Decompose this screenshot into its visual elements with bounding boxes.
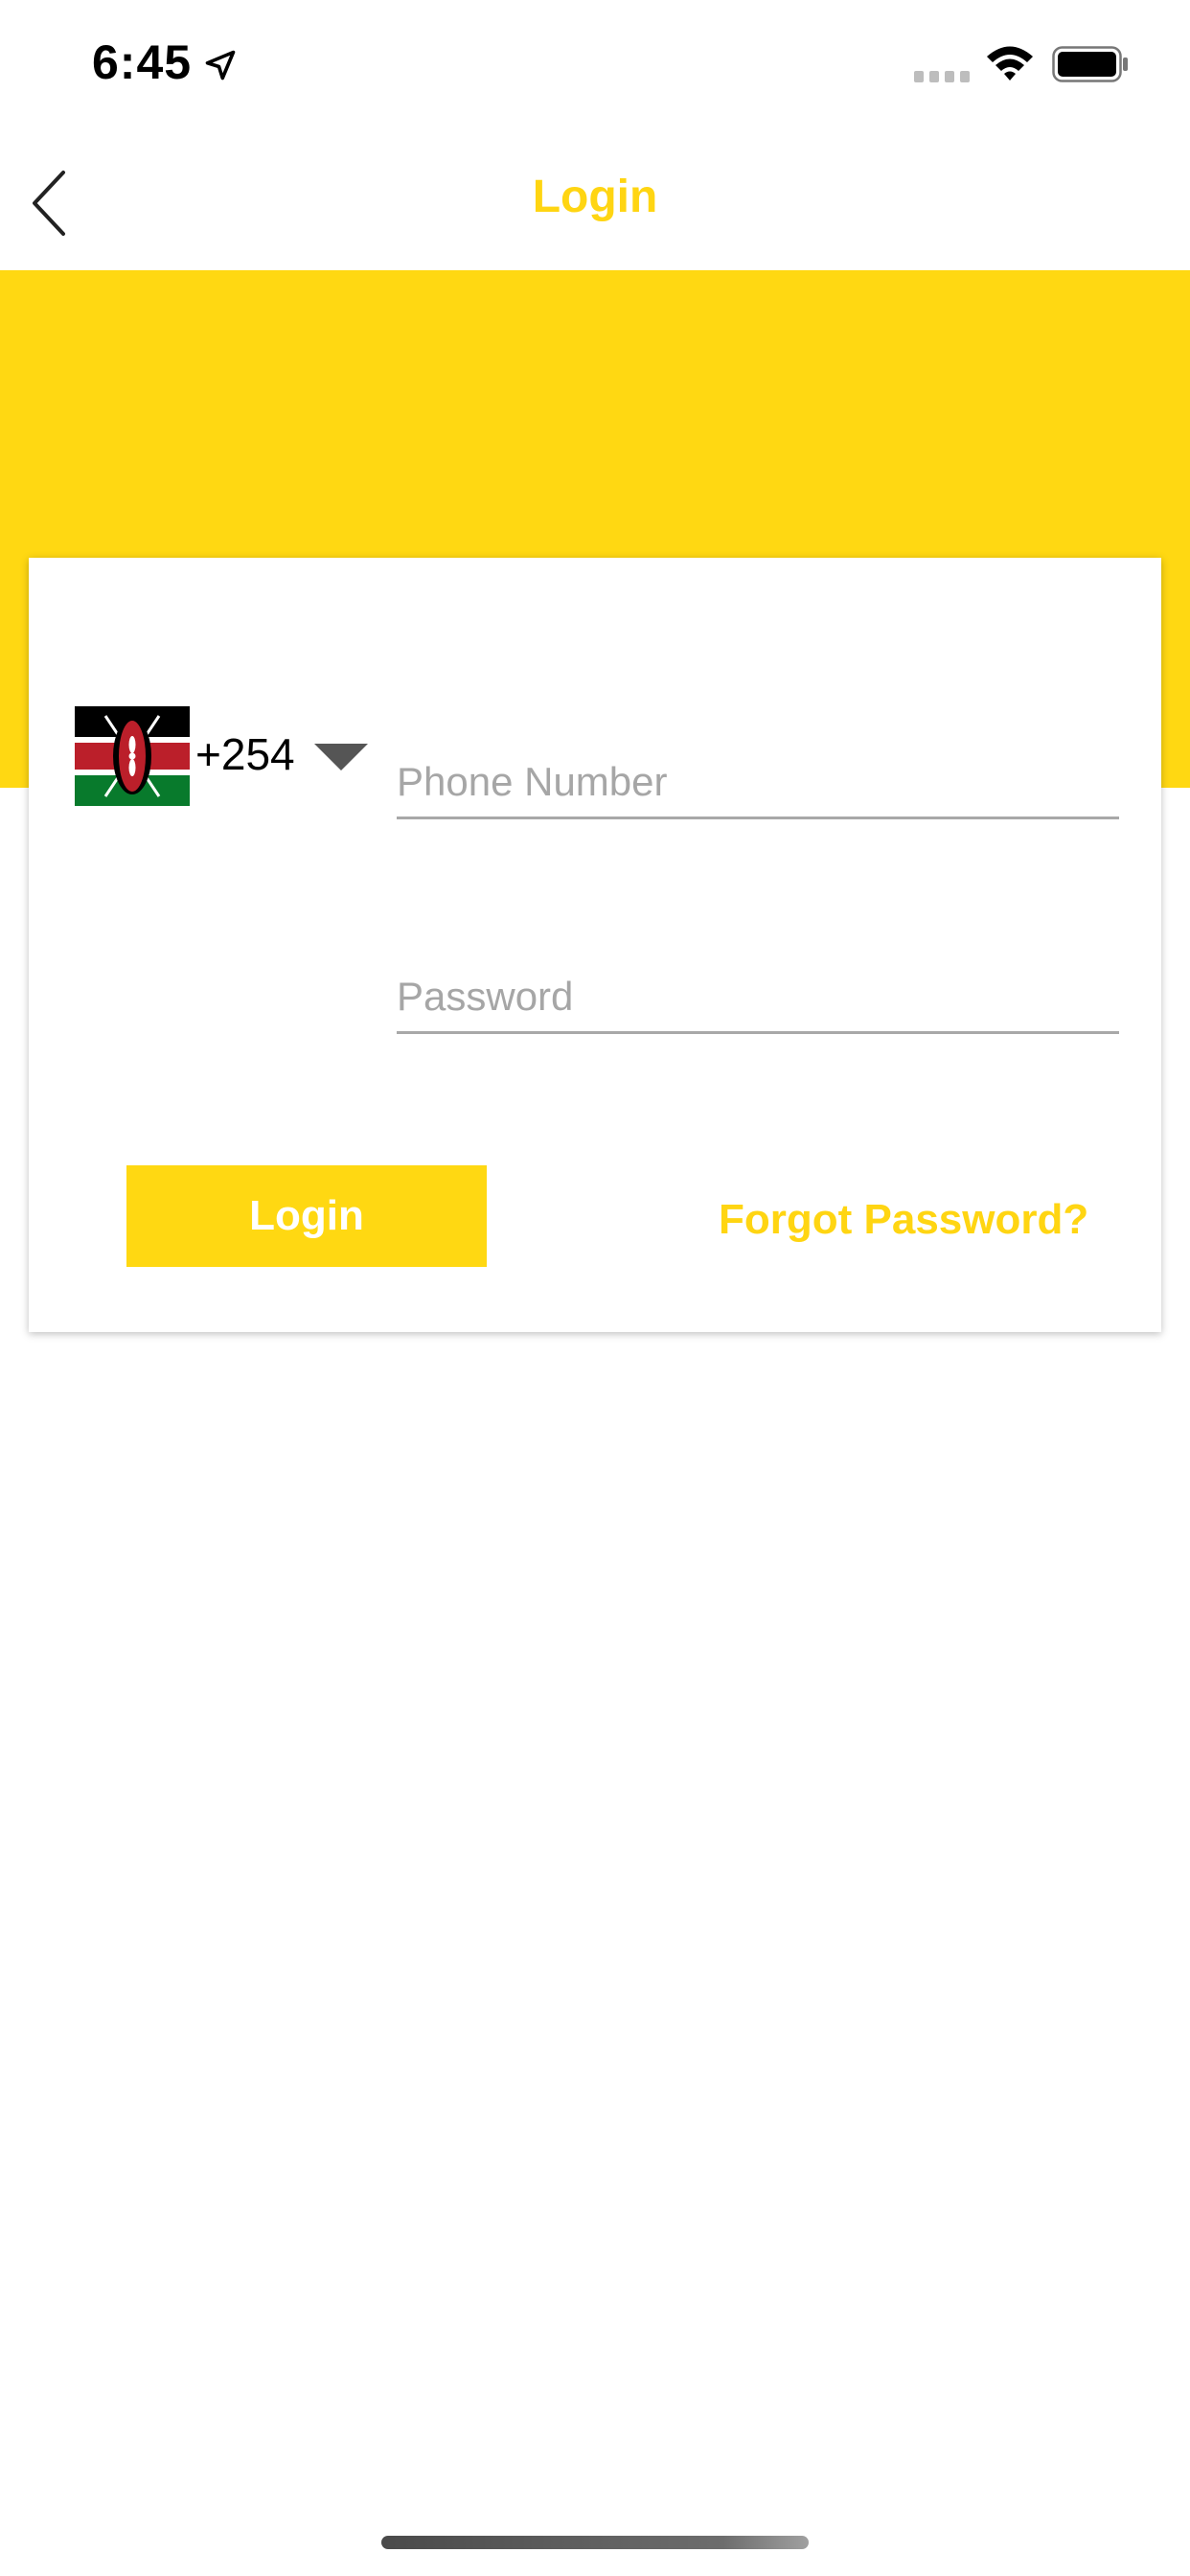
login-button[interactable]: Login [126,1165,487,1267]
phone-number-input[interactable] [397,748,1119,819]
login-card: +254 Login Forgot Password? [29,558,1161,1332]
page-title: Login [532,172,658,222]
wifi-icon [987,46,1033,80]
kenya-flag-icon[interactable] [75,706,190,806]
country-code[interactable]: +254 [195,728,295,780]
navigation-bar: Login [0,134,1190,270]
password-input[interactable] [397,962,1119,1034]
signal-icon [914,71,970,82]
caret-down-icon[interactable] [312,742,370,772]
status-bar: 6:45 [0,0,1190,134]
status-time: 6:45 [92,35,193,89]
home-indicator[interactable] [381,2536,809,2549]
battery-icon [1052,46,1128,82]
forgot-password-link[interactable]: Forgot Password? [719,1196,1088,1244]
location-arrow-icon [205,50,236,80]
